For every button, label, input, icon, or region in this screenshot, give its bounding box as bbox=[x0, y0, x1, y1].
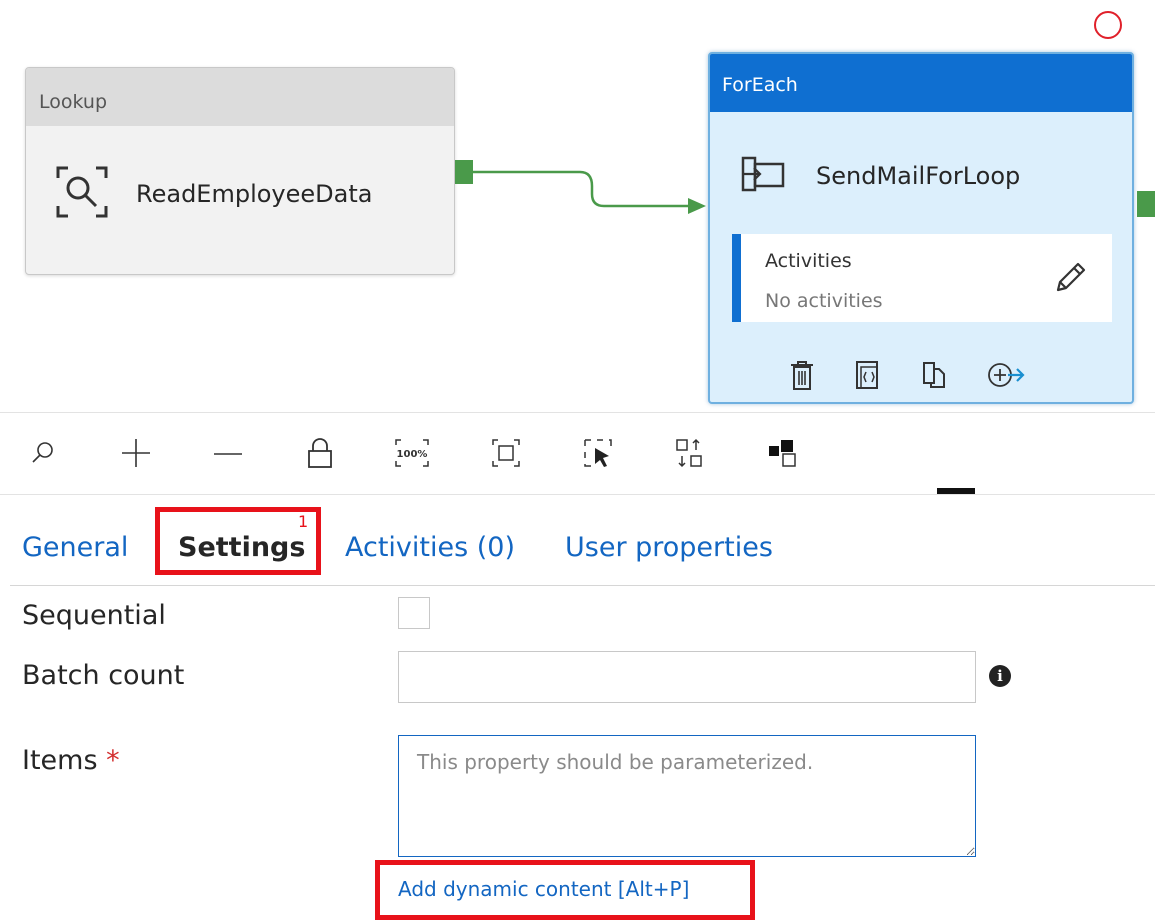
zoom-100-icon[interactable]: 100% bbox=[392, 433, 432, 473]
foreach-success-output-handle[interactable] bbox=[1137, 191, 1155, 217]
lookup-icon bbox=[54, 164, 110, 224]
error-indicator-icon[interactable] bbox=[1094, 11, 1122, 39]
select-icon[interactable] bbox=[578, 433, 618, 473]
layout-icon[interactable] bbox=[764, 433, 804, 473]
zoom-out-icon[interactable] bbox=[208, 433, 248, 473]
success-connector-line[interactable] bbox=[470, 160, 710, 230]
lock-icon[interactable] bbox=[300, 433, 340, 473]
dynamic-content-highlight-box bbox=[375, 860, 755, 920]
zoom-100-label: 100% bbox=[397, 449, 428, 460]
settings-tab-highlight-box bbox=[155, 507, 321, 575]
divider bbox=[10, 585, 1155, 586]
inner-activities-panel: Activities No activities bbox=[732, 234, 1112, 322]
info-icon[interactable]: i bbox=[989, 665, 1011, 687]
foreach-node-name: SendMailForLoop bbox=[816, 162, 1021, 190]
items-label: Items * bbox=[22, 745, 120, 776]
edit-pencil-icon[interactable] bbox=[1052, 260, 1088, 300]
search-icon[interactable] bbox=[22, 433, 62, 473]
items-textarea[interactable] bbox=[398, 735, 976, 857]
auto-align-icon[interactable] bbox=[670, 433, 710, 473]
batch-count-input[interactable] bbox=[398, 651, 976, 703]
lookup-activity-node[interactable]: Lookup ReadEmployeeData bbox=[25, 67, 455, 275]
code-view-icon[interactable] bbox=[854, 359, 882, 395]
foreach-activity-node[interactable]: ForEach SendMailForLoop Activities No ac… bbox=[708, 52, 1134, 404]
lookup-node-name: ReadEmployeeData bbox=[136, 180, 373, 208]
activities-title: Activities bbox=[765, 250, 852, 272]
zoom-in-icon[interactable] bbox=[116, 433, 156, 473]
activities-value: No activities bbox=[765, 290, 883, 312]
tab-general[interactable]: General bbox=[22, 532, 128, 563]
items-label-text: Items bbox=[22, 745, 98, 776]
sequential-label: Sequential bbox=[22, 600, 166, 631]
tab-user-properties[interactable]: User properties bbox=[565, 532, 773, 563]
foreach-icon bbox=[740, 154, 790, 198]
tab-activities[interactable]: Activities (0) bbox=[345, 532, 515, 563]
required-asterisk: * bbox=[106, 745, 120, 776]
lookup-node-type-label: Lookup bbox=[26, 68, 454, 126]
pipeline-canvas[interactable]: Lookup ReadEmployeeData ForEach SendMail… bbox=[0, 0, 1155, 412]
clone-icon[interactable] bbox=[920, 359, 948, 395]
canvas-toolbar: 100% bbox=[0, 412, 1155, 495]
delete-icon[interactable] bbox=[788, 359, 816, 395]
divider bbox=[0, 494, 1155, 495]
foreach-node-type-label: ForEach bbox=[710, 54, 1132, 112]
batch-count-label: Batch count bbox=[22, 660, 185, 691]
sequential-checkbox[interactable] bbox=[398, 597, 430, 629]
fit-to-screen-icon[interactable] bbox=[486, 433, 526, 473]
add-output-icon[interactable] bbox=[986, 359, 1026, 395]
